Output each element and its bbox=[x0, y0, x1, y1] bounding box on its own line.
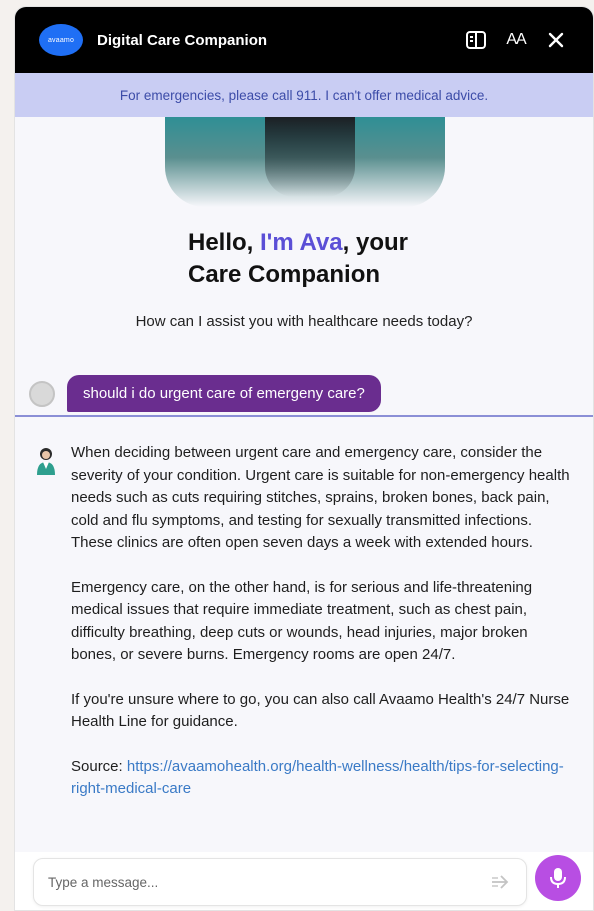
message-composer bbox=[33, 858, 527, 906]
assistant-name: I'm Ava bbox=[260, 229, 343, 256]
close-icon bbox=[548, 32, 564, 48]
sidebar-toggle-icon bbox=[466, 31, 486, 49]
answer-source: Source: https://avaamohealth.org/health-… bbox=[71, 756, 571, 801]
message-divider bbox=[15, 415, 593, 417]
assistant-message: When deciding between urgent care and em… bbox=[71, 442, 571, 801]
assistant-avatar-icon bbox=[37, 448, 55, 475]
chat-header: avaamo Digital Care Companion AA bbox=[15, 7, 593, 73]
send-button[interactable] bbox=[488, 870, 512, 894]
welcome-subtitle: How can I assist you with healthcare nee… bbox=[135, 313, 473, 330]
brand-logo: avaamo bbox=[39, 24, 83, 56]
font-size-button[interactable]: AA bbox=[503, 27, 529, 53]
chat-window: avaamo Digital Care Companion AA For eme… bbox=[14, 6, 594, 911]
user-message-row: should i do urgent care of emergeny care… bbox=[29, 375, 381, 412]
microphone-icon bbox=[550, 868, 566, 888]
source-label: Source: bbox=[71, 757, 127, 775]
font-size-icon: AA bbox=[506, 31, 526, 48]
send-icon bbox=[492, 875, 509, 889]
logo-text: avaamo bbox=[47, 36, 75, 44]
close-button[interactable] bbox=[543, 27, 569, 53]
microphone-button[interactable] bbox=[535, 855, 581, 901]
message-input[interactable] bbox=[48, 874, 488, 890]
conversation-area[interactable]: Hello, I'm Ava, your Care Companion How c… bbox=[15, 117, 593, 852]
answer-paragraph: Emergency care, on the other hand, is fo… bbox=[71, 578, 533, 664]
hero-image bbox=[165, 117, 445, 207]
chat-title: Digital Care Companion bbox=[97, 31, 268, 49]
answer-paragraph: If you're unsure where to go, you can al… bbox=[71, 690, 570, 731]
sidebar-toggle-button[interactable] bbox=[463, 27, 489, 53]
user-message-bubble: should i do urgent care of emergeny care… bbox=[67, 375, 381, 412]
welcome-heading: Hello, I'm Ava, your Care Companion bbox=[15, 227, 593, 291]
user-avatar bbox=[29, 380, 55, 407]
answer-paragraph: When deciding between urgent care and em… bbox=[71, 444, 570, 551]
emergency-banner: For emergencies, please call 911. I can'… bbox=[15, 73, 593, 117]
source-link[interactable]: https://avaamohealth.org/health-wellness… bbox=[71, 758, 564, 798]
welcome-title: Hello, I'm Ava, your Care Companion bbox=[188, 229, 408, 288]
